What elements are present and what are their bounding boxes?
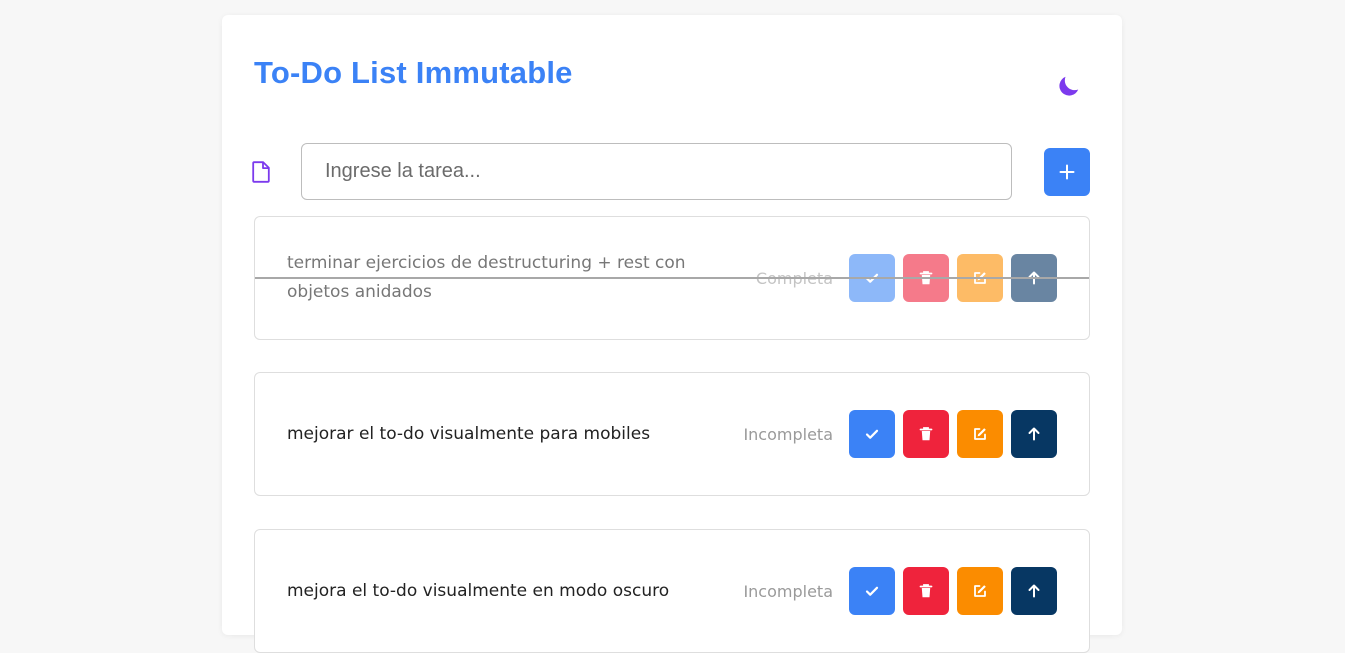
edit-task-button[interactable]	[957, 567, 1003, 615]
page-title: To-Do List Immutable	[254, 55, 573, 90]
task-actions	[849, 254, 1057, 302]
task-item: terminar ejercicios de destructuring + r…	[254, 216, 1090, 340]
arrow-up-icon	[1028, 427, 1040, 441]
task-status: Incompleta	[743, 581, 833, 601]
trash-icon	[919, 271, 933, 285]
moon-icon[interactable]	[1056, 73, 1082, 99]
task-text: mejorar el to-do visualmente para mobile…	[287, 423, 651, 444]
edit-icon	[974, 272, 986, 284]
task-actions	[849, 567, 1057, 615]
task-item: mejora el to-do visualmente en modo oscu…	[254, 529, 1090, 653]
task-text: mejora el to-do visualmente en modo oscu…	[287, 580, 670, 601]
complete-task-button[interactable]	[849, 567, 895, 615]
edit-task-button[interactable]	[957, 410, 1003, 458]
delete-task-button[interactable]	[903, 410, 949, 458]
plus-icon	[1059, 164, 1075, 180]
task-item: mejorar el to-do visualmente para mobile…	[254, 372, 1090, 496]
check-icon	[865, 273, 879, 283]
task-input[interactable]	[301, 143, 1012, 200]
complete-task-button[interactable]	[849, 410, 895, 458]
edit-icon	[974, 585, 986, 597]
trash-icon	[919, 584, 933, 598]
task-status: Completa	[755, 268, 833, 288]
move-up-button[interactable]	[1011, 567, 1057, 615]
todo-card: To-Do List Immutable terminar ejercicios…	[222, 15, 1122, 653]
task-text: terminar ejercicios de destructuring + r…	[287, 253, 686, 302]
complete-task-button[interactable]	[849, 254, 895, 302]
edit-icon	[974, 428, 986, 440]
arrow-up-icon	[1028, 584, 1040, 598]
trash-icon	[919, 427, 933, 441]
delete-task-button[interactable]	[903, 254, 949, 302]
move-up-button[interactable]	[1011, 410, 1057, 458]
task-status: Incompleta	[743, 424, 833, 444]
arrow-up-icon	[1028, 271, 1040, 285]
file-icon	[252, 161, 270, 183]
check-icon	[865, 429, 879, 439]
edit-task-button[interactable]	[957, 254, 1003, 302]
check-icon	[865, 586, 879, 596]
delete-task-button[interactable]	[903, 567, 949, 615]
move-up-button[interactable]	[1011, 254, 1057, 302]
task-actions	[849, 410, 1057, 458]
add-task-button[interactable]	[1044, 148, 1090, 196]
